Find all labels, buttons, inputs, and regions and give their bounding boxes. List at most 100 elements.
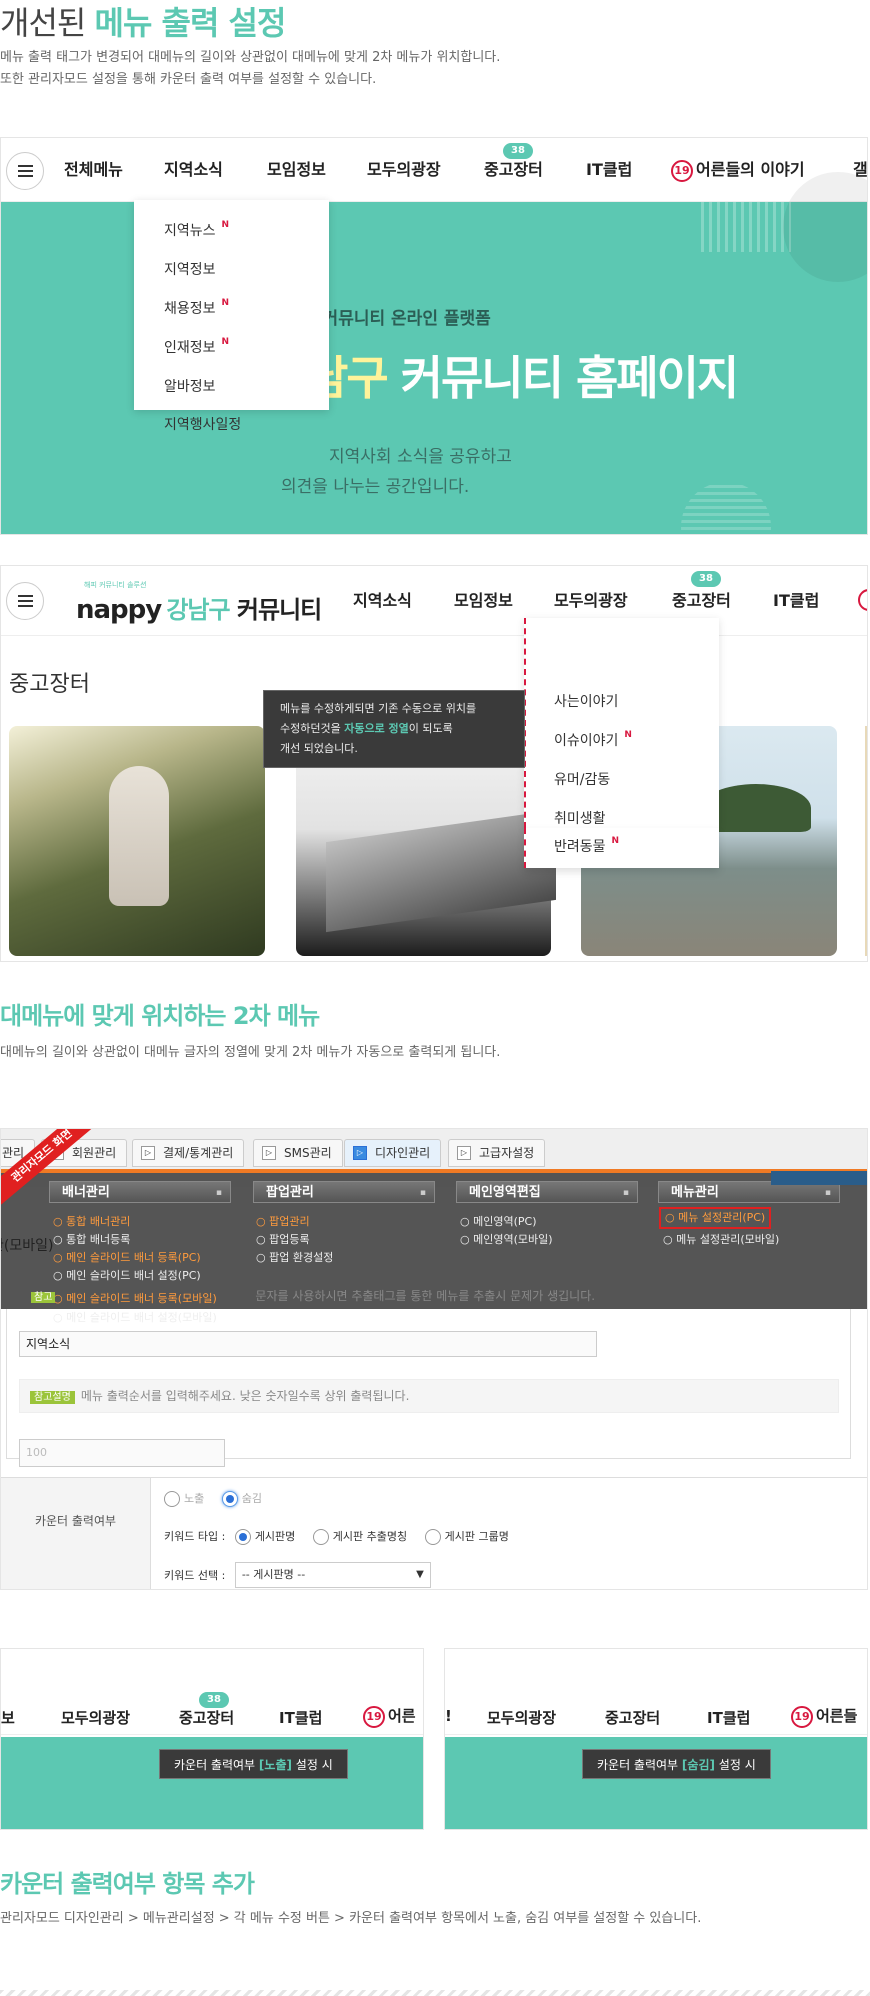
menu-link[interactable]: ○ 팝업등록 — [256, 1231, 310, 1247]
demo2-dropdown-ext: 반려동물 N — [524, 828, 719, 868]
under-notice: 참고 문자를 사용하시면 추출태그를 통한 메뉴를 추출시 문제가 생깁니다. — [31, 1287, 595, 1304]
dropdown-arrow-icon: ▪ — [215, 1188, 222, 1198]
section3-title: 카운터 출력여부 항목 추가 — [0, 1870, 255, 1898]
section1-title: 개선된 메뉴 출력 설정 — [0, 4, 286, 42]
menu-link-highlighted[interactable]: ○ 메뉴 설정관리(PC) — [659, 1207, 772, 1229]
dropdown-item[interactable]: 지역행사일정 — [164, 414, 241, 434]
nav-market[interactable]: 중고장터 — [605, 1707, 660, 1728]
menu-link[interactable]: ○ 팝업 환경설정 — [256, 1249, 333, 1265]
menu-head-main[interactable]: 메인영역편집 ▪ — [456, 1181, 638, 1203]
dropdown-item[interactable]: 지역정보 — [164, 259, 216, 279]
nav-it-club[interactable]: IT클럽 — [707, 1707, 750, 1728]
nav-it-club[interactable]: IT클럽 — [586, 138, 632, 202]
menu-link[interactable]: ○ 메인영역(PC) — [460, 1213, 537, 1229]
counter-label: 카운터 출력여부 — [1, 1478, 151, 1589]
hero-banner: 회 커뮤니티 온라인 플랫폼 남구 커뮤니티 홈페이지 지역사회 소식을 공유하… — [1, 172, 867, 534]
counter-hide-tip: 카운터 출력여부 [숨김] 설정 시 — [582, 1749, 771, 1779]
age19-icon: 19 — [791, 1705, 813, 1728]
arrow-icon: ▷ — [262, 1146, 276, 1160]
dropdown-item[interactable]: 인재정보 N — [164, 337, 229, 357]
menu-link[interactable]: ○ 메뉴 설정관리(모바일) — [663, 1231, 779, 1247]
arrow-icon: ▷ — [141, 1146, 155, 1160]
dropdown-item[interactable]: 반려동물 N — [554, 836, 619, 856]
radio-hide[interactable] — [221, 1491, 238, 1507]
dropdown-item[interactable]: 알바정보 — [164, 376, 216, 396]
demo1-frame: 전체메뉴 지역소식 모임정보 모두의광장 38 중고장터 IT클럽 19 어른들의… — [0, 137, 868, 535]
counter-options: 노출 숨김 — [164, 1490, 262, 1507]
nav-all-menu[interactable]: 전체메뉴 — [64, 138, 123, 202]
menu-name-field[interactable]: 지역소식 — [19, 1331, 597, 1357]
thumb-forest — [9, 726, 265, 956]
admin-frame: 관리 ▷회원관리 ▷결제/통계관리 ▷SMS관리 ▷디자인관리 ▷고급자설정 배… — [0, 1128, 868, 1590]
menu-link[interactable]: ○ 메인 슬라이드 배너 설정(PC) — [53, 1267, 201, 1283]
compare-left: 보 모두의광장 38 중고장터 IT클럽 19 어른 카운터 출력여부 [노출] … — [0, 1648, 424, 1830]
hero-title: 남구 커뮤니티 홈페이지 — [306, 351, 739, 405]
menu-link[interactable]: ○ 팝업관리 — [256, 1213, 310, 1229]
chevron-down-icon: ▼ — [416, 1569, 424, 1580]
thumb-cut — [865, 726, 867, 956]
dropdown-item[interactable]: 지역뉴스 N — [164, 220, 229, 240]
nav-it-club[interactable]: IT클럽 — [773, 566, 819, 636]
compare-right: ! 모두의광장 중고장터 IT클럽 19 어른들 카운터 출력여부 [숨김] 설정… — [444, 1648, 868, 1830]
top-right-chip — [771, 1171, 867, 1185]
nav-meetup[interactable]: 모임정보 — [267, 138, 326, 202]
menu-link[interactable]: ○ 메인 슬라이드 배너 등록(PC) — [53, 1249, 201, 1265]
order-input[interactable]: 100 — [19, 1439, 225, 1467]
nav-adults[interactable]: 19 어른 — [363, 1705, 416, 1728]
nav-adults[interactable]: 19 어른들의 이야기 — [671, 138, 805, 202]
keyword-select-row: 키워드 선택 : -- 게시판명 -- ▼ — [164, 1562, 431, 1588]
dropdown-item[interactable]: 취미생활 — [554, 808, 606, 828]
hamburger-icon[interactable] — [6, 582, 44, 620]
keyword-select[interactable]: -- 게시판명 -- ▼ — [234, 1562, 431, 1588]
tab-design[interactable]: ▷ 디자인관리 — [344, 1139, 442, 1167]
tab-payment[interactable]: ▷ 결제/통계관리 — [132, 1139, 245, 1167]
nav-it-club[interactable]: IT클럽 — [279, 1707, 322, 1728]
demo1-nav: 전체메뉴 지역소식 모임정보 모두의광장 38 중고장터 IT클럽 19 어른들의… — [1, 138, 867, 202]
nav-local-news[interactable]: 지역소식 — [353, 566, 412, 636]
dropdown-arrow-icon: ▪ — [622, 1188, 629, 1198]
section1-desc: 메뉴 출력 태그가 변경되어 대메뉴의 길이와 상관없이 대메뉴에 맞게 2차 … — [0, 50, 501, 87]
demo1-dropdown: 지역뉴스 N 지역정보 채용정보 N 인재정보 N 알바정보 지역행사일정 — [134, 200, 329, 433]
menu-link[interactable]: ○ 메인영역(모바일) — [460, 1231, 553, 1247]
hero-striped-circle — [681, 482, 771, 534]
hero-desc: 지역사회 소식을 공유하고 의견을 나누는 공간입니다. — [281, 447, 512, 497]
nav-cut[interactable]: 보 — [1, 1707, 15, 1728]
radio-board-group[interactable] — [424, 1529, 441, 1545]
age19-icon-cut — [858, 589, 867, 611]
hero-stripes — [701, 202, 791, 252]
dropdown-item[interactable]: 이슈이야기 N — [554, 730, 632, 750]
demo2-dropdown: 사는이야기 이슈이야기 N 유머/감동 취미생활 — [524, 618, 719, 828]
dropdown-arrow-icon: ▪ — [419, 1188, 426, 1198]
menu-head-popup[interactable]: 팝업관리 ▪ — [253, 1181, 435, 1203]
menu-head-banner[interactable]: 배너관리 ▪ — [49, 1181, 231, 1203]
section2-desc: 대메뉴의 길이와 상관없이 대메뉴 글자의 정열에 맞게 2차 메뉴가 자동으로… — [0, 1045, 501, 1060]
nav-adults[interactable]: 19 어른들 — [791, 1705, 857, 1728]
dropdown-item[interactable]: 사는이야기 — [554, 691, 618, 711]
hamburger-icon[interactable] — [6, 152, 44, 190]
arrow-icon: ▷ — [353, 1146, 367, 1160]
radio-board-extract[interactable] — [312, 1529, 329, 1545]
age19-icon: 19 — [363, 1705, 385, 1728]
arrow-icon: ▷ — [457, 1146, 471, 1160]
nav-plaza[interactable]: 모두의광장 — [367, 138, 441, 202]
nav-market[interactable]: 중고장터 — [179, 1707, 234, 1728]
nav-local-news[interactable]: 지역소식 — [164, 138, 223, 202]
left-cut-label: 관(모바일) — [1, 1238, 54, 1254]
nav-cut[interactable]: ! — [445, 1707, 452, 1725]
tab-advanced[interactable]: ▷ 고급자설정 — [448, 1139, 546, 1167]
nav-plaza[interactable]: 모두의광장 — [61, 1707, 130, 1728]
dropdown-item[interactable]: 채용정보 N — [164, 298, 229, 318]
menu-link[interactable]: ○ 통합 배너관리 — [53, 1213, 130, 1229]
tab-sms[interactable]: ▷ SMS관리 — [253, 1139, 343, 1167]
radio-board-name[interactable] — [234, 1529, 251, 1545]
dropdown-item[interactable]: 유머/감동 — [554, 769, 610, 789]
auto-align-tooltip: 메뉴를 수정하게되면 기존 수동으로 위치를 수정하던것을 자동으로 정열이 되… — [263, 690, 525, 768]
nav-meetup[interactable]: 모임정보 — [454, 566, 513, 636]
radio-show[interactable] — [164, 1491, 180, 1507]
section2-title: 대메뉴에 맞게 위치하는 2차 메뉴 — [0, 1002, 320, 1030]
menu-link[interactable]: ○ 통합 배너등록 — [53, 1231, 130, 1247]
keyword-type-row: 키워드 타입 : 게시판명 게시판 추출명칭 게시판 그룹명 — [164, 1529, 509, 1545]
nav-plaza[interactable]: 모두의광장 — [487, 1707, 556, 1728]
nav-market[interactable]: 중고장터 — [484, 138, 543, 202]
counter-row: 카운터 출력여부 노출 숨김 키워드 타입 : 게시판명 게시판 추출명칭 게시… — [1, 1477, 867, 1589]
